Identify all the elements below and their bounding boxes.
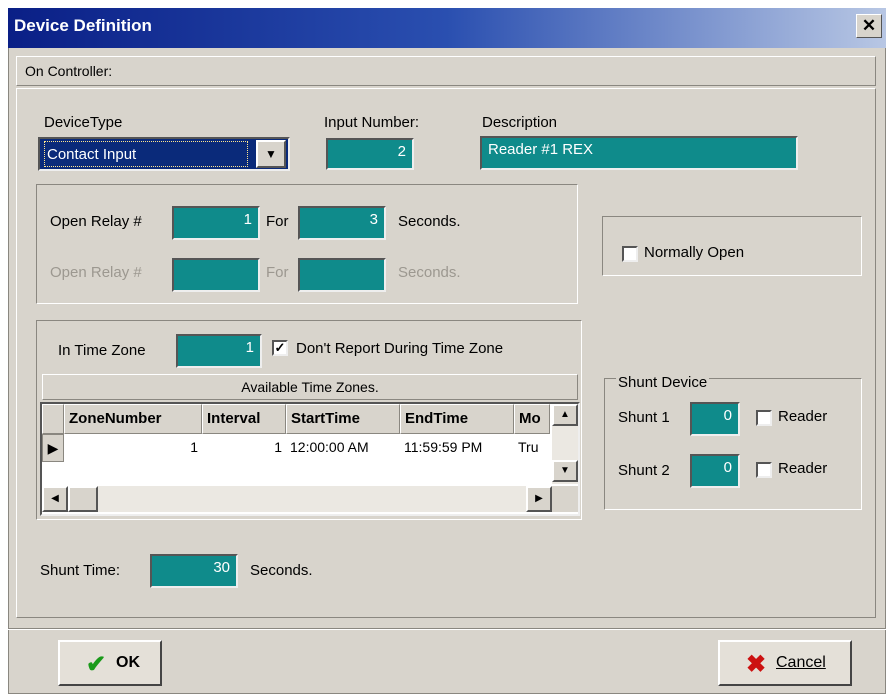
grid-corner [42, 404, 64, 434]
window-title: Device Definition [14, 16, 152, 35]
grid-cell[interactable]: 1 [202, 434, 286, 462]
close-icon: ✖ [746, 651, 767, 678]
time-zone-field[interactable]: 1 [176, 334, 262, 368]
ok-button[interactable]: ✔ OK [58, 640, 162, 686]
normally-open-label: Normally Open [644, 244, 745, 261]
shunt-2-reader-label: Reader [778, 460, 828, 477]
open-relay-2-field[interactable] [172, 258, 260, 292]
scroll-left-button[interactable]: ◀ [42, 486, 68, 512]
open-relay-2-label: Open Relay # [50, 264, 142, 281]
cancel-button[interactable]: ✖ Cancel [718, 640, 852, 686]
row-selector[interactable]: ▶ [42, 434, 64, 462]
close-icon: ✕ [861, 16, 877, 35]
device-type-value[interactable]: Contact Input [44, 141, 248, 167]
column-header[interactable]: Interval [202, 404, 286, 434]
scroll-right-button[interactable]: ▶ [526, 486, 552, 512]
section-title: On Controller: [16, 56, 876, 86]
shunt-1-label: Shunt 1 [618, 409, 670, 426]
column-header[interactable]: EndTime [400, 404, 514, 434]
scroll-down-button[interactable]: ▼ [552, 460, 578, 482]
shunt-2-field[interactable]: 0 [690, 454, 740, 488]
shunt-time-field[interactable]: 30 [150, 554, 238, 588]
in-time-zone-label: In Time Zone [58, 342, 146, 359]
scroll-right-icon: ▶ [535, 493, 543, 504]
description-field[interactable]: Reader #1 REX [480, 136, 798, 170]
column-header[interactable]: StartTime [286, 404, 400, 434]
grid-cell[interactable]: Tru [514, 434, 550, 462]
shunt-device-group [604, 378, 862, 510]
dropdown-button[interactable]: ▼ [256, 140, 286, 168]
scroll-up-button[interactable]: ▲ [552, 404, 578, 426]
shunt-time-label: Shunt Time: [40, 562, 121, 579]
ok-label: OK [116, 654, 140, 671]
normally-open-checkbox[interactable] [622, 246, 638, 262]
shunt-2-label: Shunt 2 [618, 462, 670, 479]
grid-cell[interactable]: 1 [64, 434, 202, 462]
row-pointer-icon: ▶ [47, 440, 59, 456]
dont-report-checkbox[interactable]: ✓ [272, 340, 288, 356]
checkmark-icon: ✓ [274, 340, 286, 355]
relay-1-for-label: For [266, 213, 289, 230]
shunt-time-seconds-label: Seconds. [250, 562, 313, 579]
scroll-up-icon: ▲ [560, 409, 570, 420]
shunt-device-title: Shunt Device [616, 374, 710, 391]
checkmark-icon: ✔ [86, 651, 107, 678]
scroll-left-icon: ◀ [51, 493, 59, 504]
chevron-down-icon: ▼ [265, 147, 277, 161]
dont-report-label: Don't Report During Time Zone [296, 340, 504, 357]
input-number-label: Input Number: [324, 114, 420, 131]
grid-cell[interactable]: 11:59:59 PM [400, 434, 514, 462]
shunt-1-reader-checkbox[interactable] [756, 410, 772, 426]
close-button[interactable]: ✕ [856, 14, 882, 38]
open-relay-1-field[interactable]: 1 [172, 206, 260, 240]
shunt-1-field[interactable]: 0 [690, 402, 740, 436]
scroll-down-icon: ▼ [560, 465, 570, 476]
column-header[interactable]: Mo [514, 404, 550, 434]
input-number-field[interactable]: 2 [326, 138, 414, 170]
available-time-zones-title: Available Time Zones. [42, 374, 578, 400]
button-bar-divider [8, 628, 886, 630]
scroll-corner [552, 486, 578, 512]
relay-2-for-label: For [266, 264, 289, 281]
horizontal-scrollbar[interactable] [42, 486, 552, 512]
relay-1-seconds-label: Seconds. [398, 213, 461, 230]
shunt-2-reader-checkbox[interactable] [756, 462, 772, 478]
description-label: Description [482, 114, 558, 131]
relay-1-duration-field[interactable]: 3 [298, 206, 386, 240]
scroll-thumb[interactable] [68, 486, 98, 512]
device-type-label: DeviceType [44, 114, 123, 131]
grid-cell[interactable]: 12:00:00 AM [286, 434, 400, 462]
open-relay-1-label: Open Relay # [50, 213, 142, 230]
shunt-1-reader-label: Reader [778, 408, 828, 425]
cancel-label: Cancel [776, 654, 826, 671]
relay-2-duration-field[interactable] [298, 258, 386, 292]
relay-2-seconds-label: Seconds. [398, 264, 461, 281]
column-header[interactable]: ZoneNumber [64, 404, 202, 434]
